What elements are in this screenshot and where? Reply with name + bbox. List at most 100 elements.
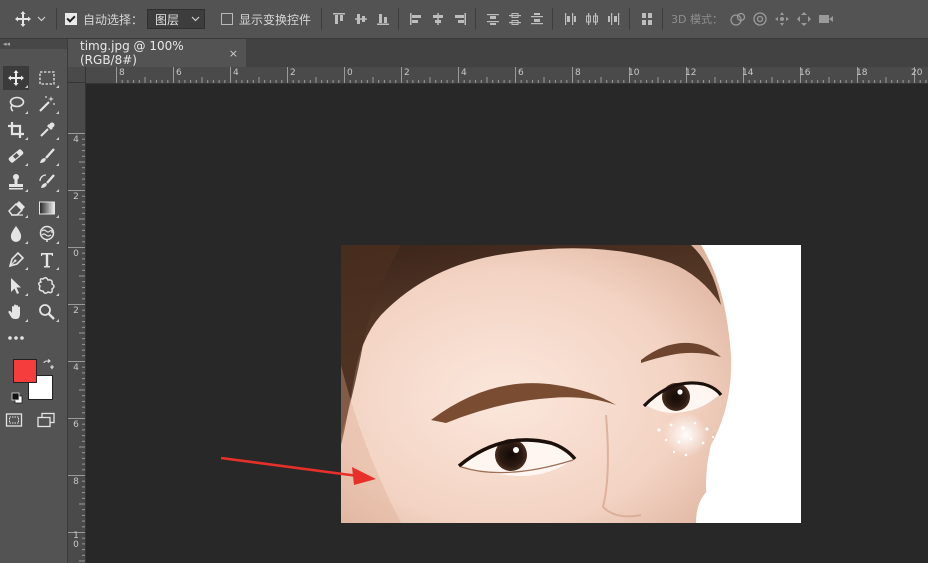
distribute-left-icon[interactable] — [559, 8, 581, 30]
ruler-tick-label: 2 — [73, 192, 79, 202]
align-left-icon[interactable] — [405, 8, 427, 30]
gradient-tool[interactable] — [34, 196, 60, 220]
ruler-origin[interactable] — [68, 67, 86, 83]
ruler-tick-label: 6 — [518, 68, 524, 78]
ruler-tick-label: 6 — [73, 420, 79, 430]
ruler-tick-label: 2 — [290, 68, 296, 78]
clone-stamp-tool[interactable] — [3, 170, 29, 194]
distribute-bottom-icon[interactable] — [526, 8, 548, 30]
foreground-color-swatch[interactable] — [13, 359, 37, 383]
3d-slide-icon[interactable] — [793, 8, 815, 30]
ruler-tick-label: 16 — [799, 68, 811, 78]
document-image[interactable] — [341, 245, 801, 523]
align-vertical-center-icon[interactable] — [350, 8, 372, 30]
chevron-down-icon[interactable] — [37, 16, 46, 22]
show-transform-label: 显示变换控件 — [239, 12, 312, 27]
lasso-tool[interactable] — [3, 92, 29, 116]
history-brush-tool[interactable] — [34, 170, 60, 194]
ruler-tick-label: 4 — [233, 68, 239, 78]
marquee-tool[interactable] — [34, 66, 60, 90]
crop-tool-icon — [8, 122, 24, 138]
crop-tool[interactable] — [3, 118, 29, 142]
horizontal-ruler[interactable]: 8 6 4 2 0 2 4 6 8 10 12 14 16 18 20 — [86, 67, 928, 84]
blur-tool[interactable] — [3, 222, 29, 246]
ruler-tick-label: 0 — [73, 249, 79, 259]
3d-pan-icon[interactable] — [771, 8, 793, 30]
document-tab[interactable]: timg.jpg @ 100%(RGB/8#) × — [68, 39, 246, 67]
move-tool-icon — [8, 70, 24, 86]
type-tool[interactable] — [34, 248, 60, 272]
distribute-horizontal-center-icon[interactable] — [581, 8, 603, 30]
ruler-tick-label: 14 — [742, 68, 754, 78]
pen-tool[interactable] — [3, 248, 29, 272]
magic-wand-tool-icon — [39, 96, 55, 112]
ruler-tick-label: 2 — [73, 306, 79, 316]
close-icon[interactable]: × — [229, 47, 238, 60]
annotation-arrow — [220, 456, 376, 485]
eraser-tool[interactable] — [3, 196, 29, 220]
auto-align-layers-icon[interactable] — [636, 8, 658, 30]
path-selection-tool[interactable] — [3, 274, 29, 298]
options-bar: 自动选择： 图层 显示变换控件 3D 模式： — [0, 0, 928, 39]
align-top-icon[interactable] — [328, 8, 350, 30]
magic-wand-tool[interactable] — [34, 92, 60, 116]
ruler-tick-label: 1 0 — [73, 531, 79, 550]
ruler-tick-label: 18 — [856, 68, 868, 78]
healing-brush-tool-icon — [8, 149, 24, 163]
3d-orbit-icon[interactable] — [727, 8, 749, 30]
hand-tool[interactable] — [3, 300, 29, 324]
quick-mask-button[interactable] — [1, 408, 27, 432]
history-brush-tool-icon — [39, 174, 55, 188]
dodge-tool-icon — [39, 225, 55, 242]
healing-brush-tool[interactable] — [3, 144, 29, 168]
vertical-ruler[interactable]: 4 2 0 2 4 6 8 1 0 — [68, 83, 86, 563]
eyedropper-tool-icon — [40, 122, 55, 137]
distribute-top-icon[interactable] — [482, 8, 504, 30]
custom-shape-tool-icon — [37, 277, 55, 295]
ruler-tick-label: 8 — [73, 477, 79, 487]
ruler-tick-label: 8 — [119, 68, 125, 78]
screen-mode-button[interactable] — [33, 408, 59, 432]
zoom-tool[interactable] — [34, 300, 60, 324]
tools-panel-collapse-handle[interactable]: ◂◂ — [0, 39, 67, 49]
align-right-icon[interactable] — [449, 8, 471, 30]
brush-tool-icon — [40, 148, 55, 163]
ruler-tick-label: 10 — [628, 68, 640, 78]
align-horizontal-center-icon[interactable] — [427, 8, 449, 30]
eyedropper-tool[interactable] — [34, 118, 60, 142]
dodge-tool[interactable] — [34, 222, 60, 246]
move-tool[interactable] — [3, 66, 29, 90]
gradient-tool-icon — [39, 201, 55, 215]
move-tool-preset-icon[interactable] — [14, 10, 32, 28]
3d-roll-icon[interactable] — [749, 8, 771, 30]
more-tools-icon — [8, 336, 24, 340]
ruler-tick-label: 4 — [73, 135, 79, 145]
quick-mask-icon — [5, 413, 23, 427]
tools-panel: ◂◂ — [0, 39, 68, 563]
align-bottom-icon[interactable] — [372, 8, 394, 30]
brush-tool[interactable] — [34, 144, 60, 168]
distribute-vertical-center-icon[interactable] — [504, 8, 526, 30]
distribute-right-icon[interactable] — [603, 8, 625, 30]
pen-tool-icon — [8, 251, 25, 268]
custom-shape-tool[interactable] — [34, 274, 60, 298]
swap-colors-icon[interactable] — [42, 356, 54, 375]
more-tools-button[interactable] — [3, 326, 29, 350]
blur-tool-icon — [10, 226, 22, 242]
ruler-tick-label: 4 — [73, 363, 79, 373]
3d-mode-label: 3D 模式： — [671, 13, 723, 26]
ruler-tick-label: 6 — [176, 68, 182, 78]
auto-select-label: 自动选择： — [83, 12, 144, 27]
clone-stamp-tool-icon — [9, 174, 23, 190]
auto-select-checkbox[interactable] — [65, 13, 77, 25]
default-colors-icon[interactable] — [11, 389, 23, 408]
chevron-down-icon — [191, 16, 200, 22]
ruler-tick-label: 2 — [404, 68, 410, 78]
screen-mode-icon — [37, 412, 55, 428]
auto-select-target-dropdown[interactable]: 图层 — [147, 9, 206, 29]
eraser-tool-icon — [8, 201, 25, 216]
path-selection-tool-icon — [11, 278, 21, 294]
type-tool-icon — [41, 253, 53, 268]
show-transform-checkbox[interactable] — [221, 13, 234, 25]
3d-scale-icon[interactable] — [815, 8, 837, 30]
